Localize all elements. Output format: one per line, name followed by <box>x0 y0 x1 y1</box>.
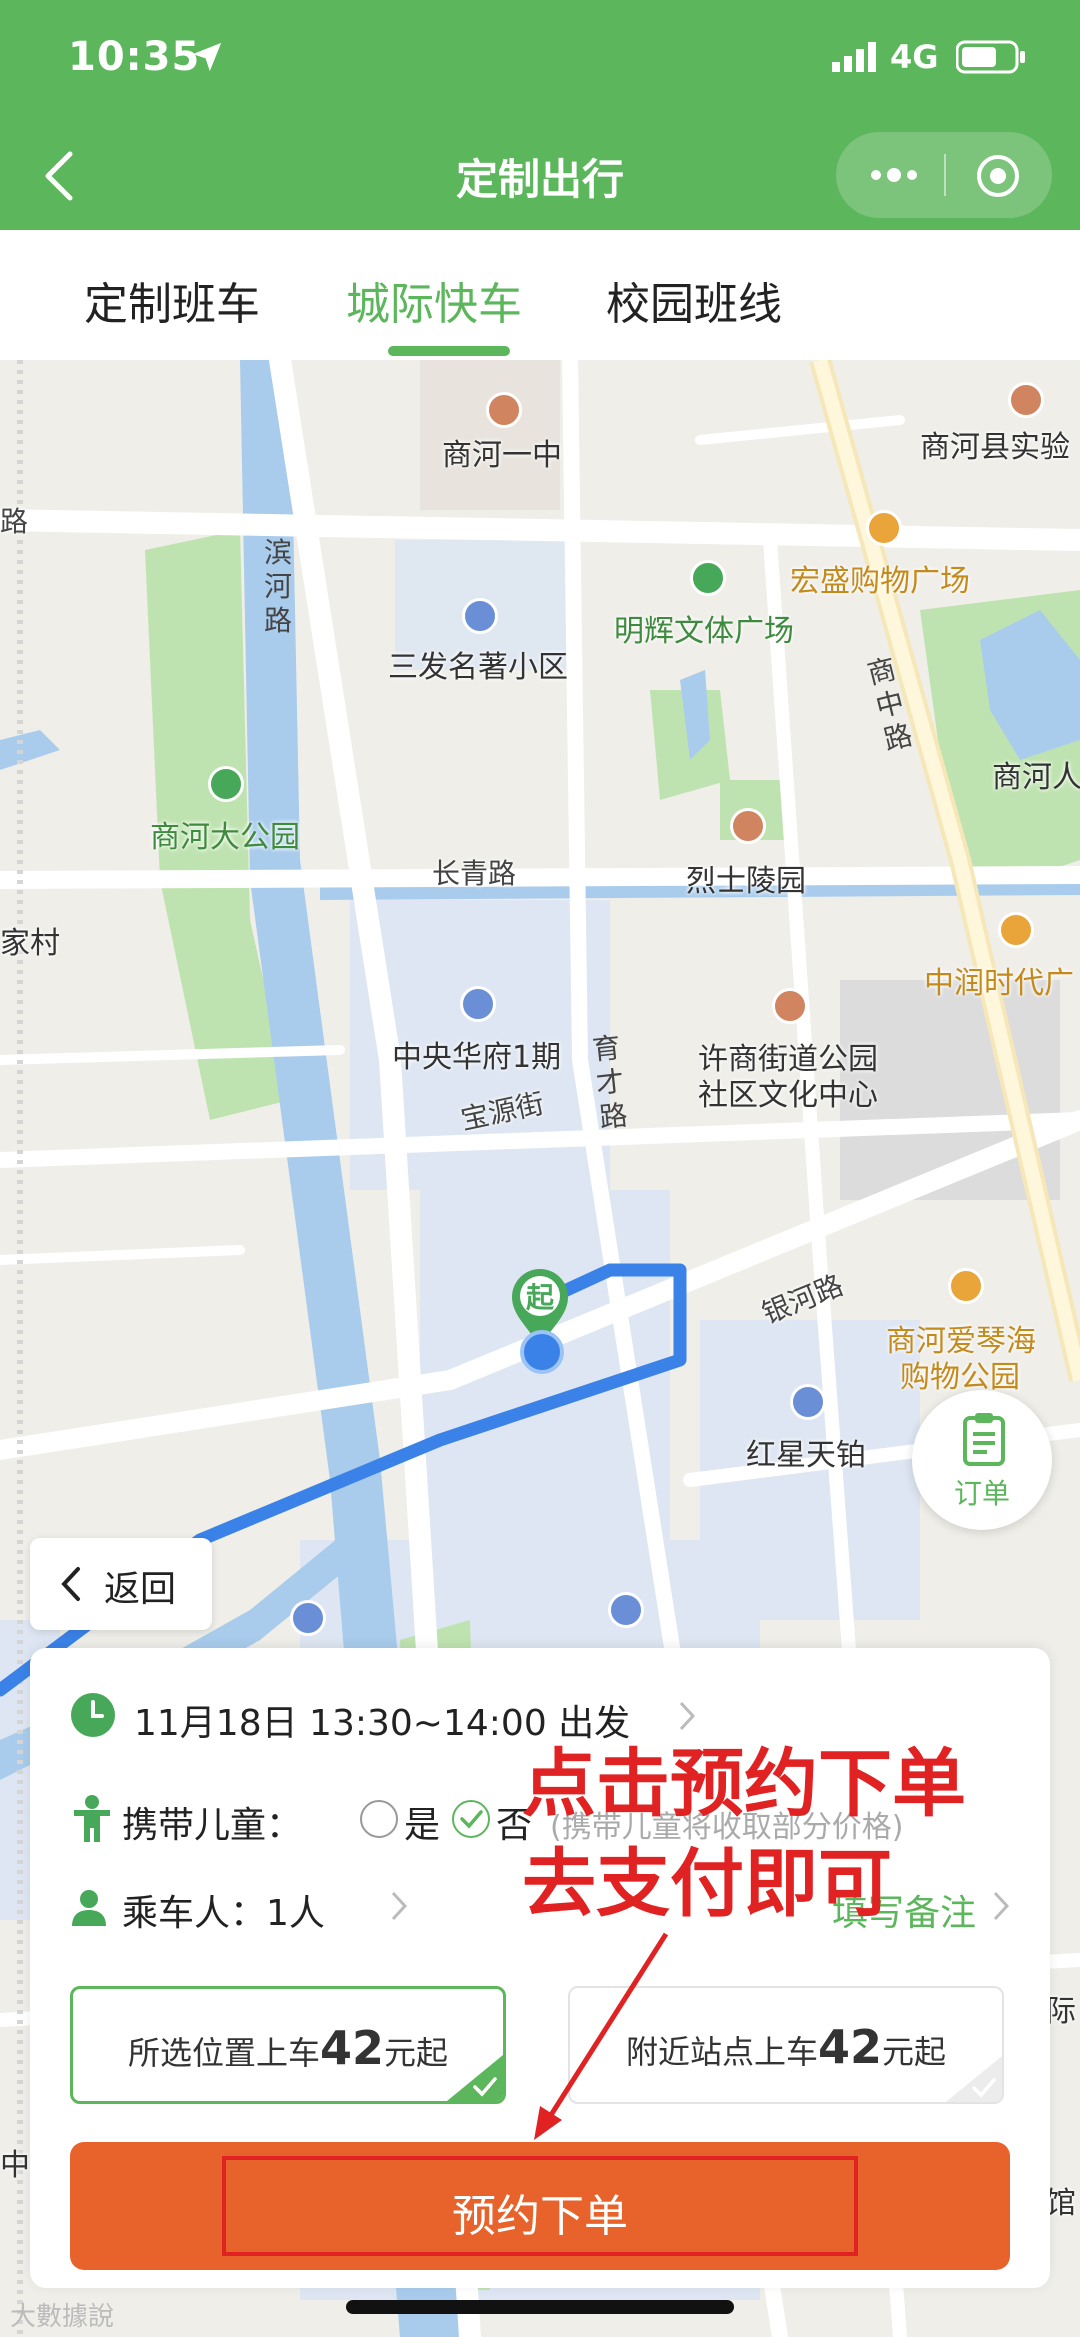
more-dots-icon[interactable] <box>866 158 922 192</box>
map-label-edge-guan: 馆 <box>1046 2186 1076 2221</box>
unselected-check-icon <box>946 2056 1002 2102</box>
mall-poi-icon <box>998 912 1034 948</box>
map-label-mall: 宏盛购物广场 <box>790 564 970 599</box>
clock-icon <box>71 1693 115 1737</box>
selected-check-icon <box>447 2055 503 2101</box>
status-time: 10:35 <box>68 34 201 80</box>
check-icon <box>460 1810 483 1829</box>
map-back-label: 返回 <box>104 1569 177 1610</box>
chevron-right-icon <box>679 1701 696 1731</box>
option-selected-location[interactable]: 所选位置上车42元起 <box>70 1986 506 2104</box>
map-label-park2: 商河人 <box>992 760 1080 795</box>
child-label: 携带儿童： <box>122 1805 303 1846</box>
map-label-school2: 商河县实验 <box>920 430 1070 465</box>
chevron-left-icon <box>61 1567 80 1601</box>
instruction-annotation: 点击预约下单 去支付即可 <box>522 1734 966 1934</box>
home-poi-icon <box>462 598 498 634</box>
map-label-school: 商河一中 <box>442 438 562 473</box>
home-poi-icon <box>460 986 496 1022</box>
status-bar: 10:35 4G <box>0 0 1080 120</box>
annotation-line-1: 点击预约下单 <box>522 1741 966 1827</box>
tab-campus-line[interactable]: 校园班线 <box>606 268 782 332</box>
cemetery-poi-icon <box>730 808 766 844</box>
nav-bar: 定制出行 <box>0 120 1080 230</box>
chevron-right-icon <box>391 1891 408 1921</box>
map-label-road-changqing: 长青路 <box>432 857 517 890</box>
network-type: 4G <box>890 38 939 76</box>
option-text: 所选位置上车42元起 <box>127 2021 449 2075</box>
tab-intercity-express[interactable]: 城际快车 <box>346 268 522 332</box>
order-button[interactable]: 订单 <box>912 1390 1052 1530</box>
map-label-edge-zhong: 中 <box>0 2148 30 2183</box>
annotation-arrow-icon <box>534 1932 669 2140</box>
home-poi-icon <box>608 1592 644 1628</box>
school-poi-icon <box>1008 382 1044 418</box>
home-indicator <box>346 2300 734 2314</box>
capsule-divider <box>944 154 946 196</box>
tab-bar: 定制班车 城际快车 校园班线 <box>0 230 1080 360</box>
tree-poi-icon <box>208 766 244 802</box>
map-label-edge-village: 家村 <box>0 926 60 961</box>
map-label-cemetery: 烈士陵园 <box>686 864 806 899</box>
map-label-zhongrun: 中润时代广 <box>924 966 1074 1001</box>
home-poi-icon <box>290 1600 326 1636</box>
shopping-poi-icon <box>866 510 902 546</box>
map-label-edge-ji: 际 <box>1046 1994 1076 2029</box>
person-icon <box>72 1890 106 1926</box>
battery-icon <box>956 40 1025 74</box>
close-target-icon[interactable] <box>974 152 1022 200</box>
clipboard-icon <box>963 1413 1005 1466</box>
child-yes-label[interactable]: 是 <box>404 1796 440 1848</box>
child-yes-radio[interactable] <box>360 1800 398 1838</box>
mall-poi-icon <box>948 1268 984 1304</box>
map-label-culture-2: 社区文化中心 <box>698 1078 878 1113</box>
watermark: 大數據說 <box>10 2302 115 2332</box>
map-label-park: 商河大公园 <box>150 820 300 855</box>
tab-custom-bus[interactable]: 定制班车 <box>84 268 260 332</box>
map-label-aiqinhai-2: 购物公园 <box>900 1360 1020 1395</box>
order-label: 订单 <box>953 1477 1010 1510</box>
map-label-road-binhe: 滨河路 <box>263 536 292 637</box>
highlight-box <box>222 2156 858 2256</box>
map-label-edge-road: 路 <box>0 505 29 538</box>
child-icon <box>74 1795 110 1842</box>
map-label-huafu: 中央华府1期 <box>392 1040 562 1075</box>
passenger-label[interactable]: 乘车人：1人 <box>122 1884 325 1936</box>
tree-poi-icon <box>690 560 726 596</box>
map-label-plaza: 明辉文体广场 <box>614 614 794 649</box>
current-location-dot <box>520 1330 564 1374</box>
culture-poi-icon <box>772 988 808 1024</box>
map-label-community: 三发名著小区 <box>388 650 568 685</box>
tab-active-indicator <box>388 346 510 356</box>
child-no-radio[interactable] <box>452 1800 490 1838</box>
option-price: 42 <box>319 2021 384 2075</box>
start-pin-label: 起 <box>526 1281 555 1314</box>
signal-icon <box>832 42 876 72</box>
chevron-right-icon <box>993 1891 1010 1921</box>
school-poi-icon <box>486 392 522 428</box>
home-poi-icon <box>790 1384 826 1420</box>
map-back-button[interactable]: 返回 <box>30 1538 212 1630</box>
map-label-hongxing: 红星天铂 <box>746 1438 866 1473</box>
annotation-line-2: 去支付即可 <box>522 1841 892 1927</box>
option-price: 42 <box>817 2020 882 2074</box>
passenger-count: 1人 <box>266 1893 325 1934</box>
submit-order-button[interactable]: 预约下单 <box>70 2142 1010 2270</box>
miniprogram-capsule <box>836 132 1052 218</box>
location-arrow-icon <box>192 42 222 72</box>
